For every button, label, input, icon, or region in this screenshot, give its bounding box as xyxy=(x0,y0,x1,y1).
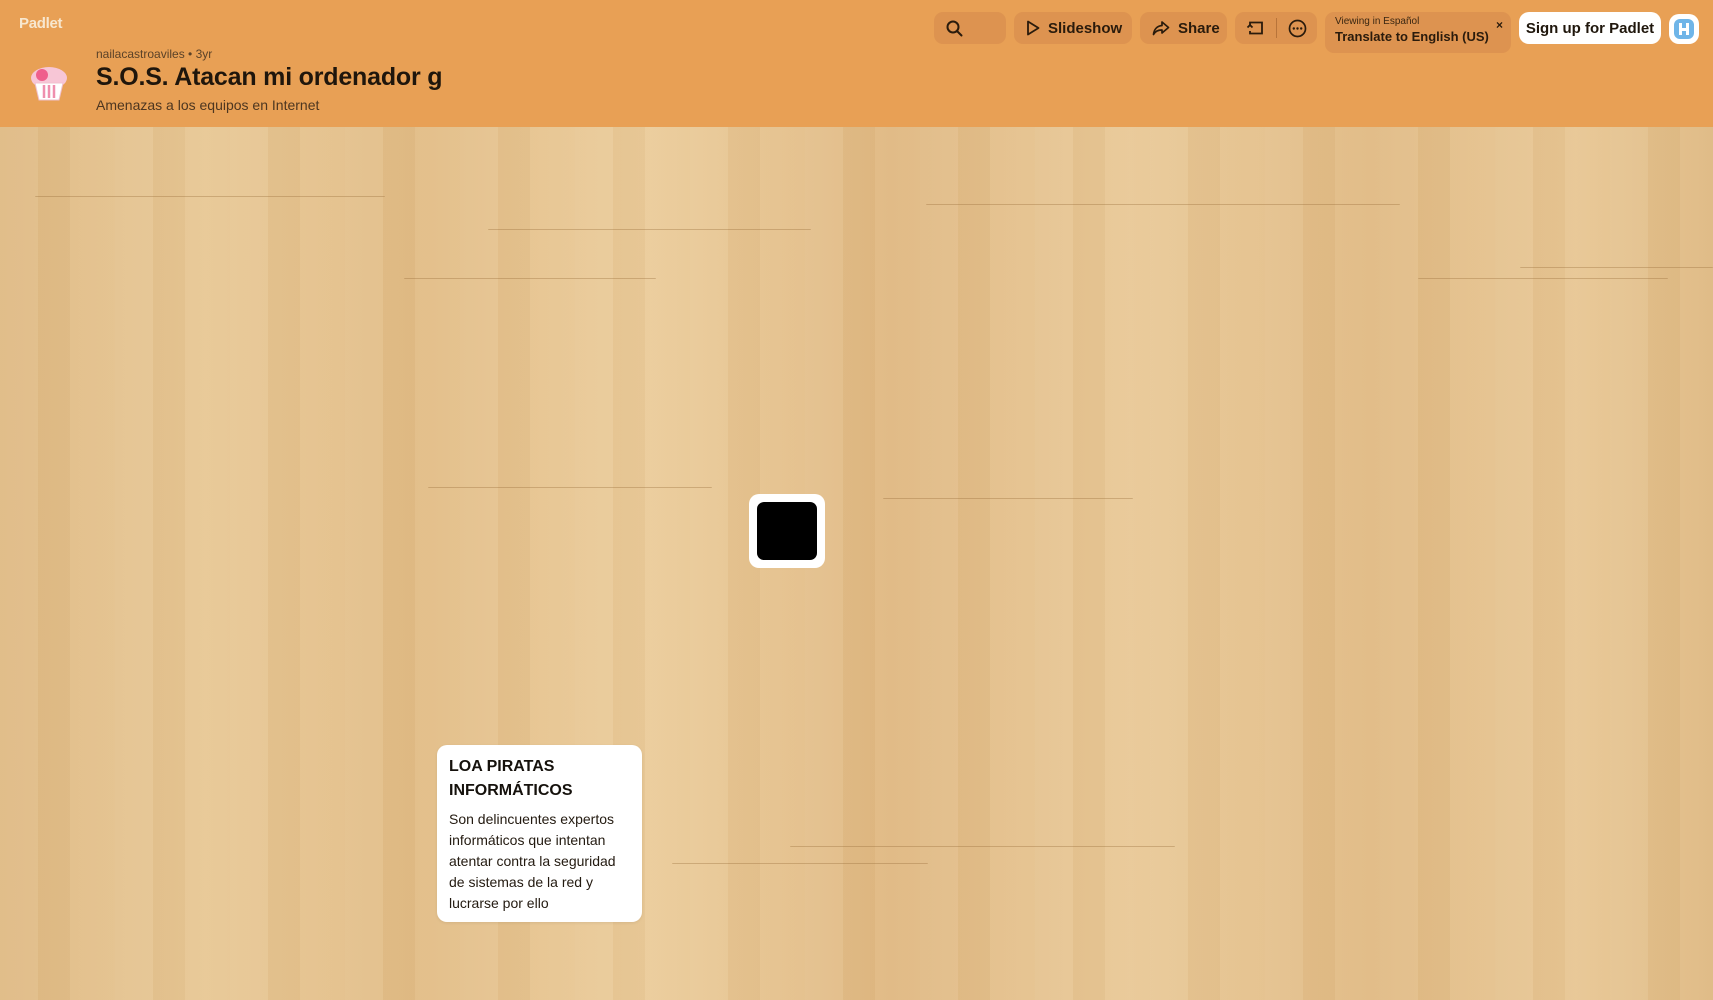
remake-icon xyxy=(1246,21,1263,35)
post-shadow xyxy=(790,846,1175,847)
search-icon xyxy=(946,20,963,36)
signup-button[interactable]: Sign up for Padlet xyxy=(1519,12,1661,44)
share-icon xyxy=(1152,21,1170,36)
more-icon xyxy=(1288,19,1306,37)
post-shadow xyxy=(428,487,712,488)
play-icon xyxy=(1027,20,1040,36)
padlet-logo[interactable]: Padlet xyxy=(19,15,63,32)
post-shadow xyxy=(1520,267,1713,268)
page-subtitle: Amenazas a los equipos en Internet xyxy=(96,97,320,113)
translate-banner[interactable]: Viewing in Español Translate to English … xyxy=(1325,12,1511,53)
translate-action[interactable]: Translate to English (US) xyxy=(1335,29,1501,44)
share-label: Share xyxy=(1178,19,1220,37)
close-icon[interactable]: × xyxy=(1496,18,1503,32)
user-avatar[interactable] xyxy=(1669,14,1699,44)
post-title: LOA PIRATAS INFORMÁTICOS xyxy=(449,758,573,799)
search-button[interactable] xyxy=(934,12,1006,44)
cupcake-icon xyxy=(31,67,67,101)
slideshow-button[interactable]: Slideshow xyxy=(1014,12,1132,44)
board-header: Padlet nailacastroaviles • 3yr S.O.S. At… xyxy=(0,0,1713,127)
post-shadow xyxy=(926,204,1400,205)
user-avatar-icon xyxy=(1674,19,1694,39)
slideshow-label: Slideshow xyxy=(1048,19,1123,37)
post-shadow xyxy=(35,196,385,197)
remake-button[interactable] xyxy=(1235,19,1276,37)
post-shadow xyxy=(672,863,928,864)
author-meta[interactable]: nailacastroaviles • 3yr xyxy=(96,47,212,61)
board-canvas[interactable] xyxy=(0,127,1713,1000)
viewing-language: Viewing in Español xyxy=(1335,16,1420,27)
page-title: S.O.S. Atacan mi ordenador g xyxy=(96,63,443,91)
post-shadow xyxy=(883,498,1133,499)
post-shadow xyxy=(404,278,656,279)
post-shadow xyxy=(488,229,811,230)
post-body: Son delincuentes expertos informáticos q… xyxy=(449,811,616,911)
board-actions-group xyxy=(1235,12,1317,44)
share-button[interactable]: Share xyxy=(1140,12,1227,44)
post-shadow xyxy=(1418,278,1668,279)
image-post[interactable] xyxy=(749,494,825,568)
post-image xyxy=(757,502,817,560)
more-button[interactable] xyxy=(1277,19,1317,38)
post-card[interactable]: LOA PIRATAS INFORMÁTICOS Son delincuente… xyxy=(437,745,642,922)
